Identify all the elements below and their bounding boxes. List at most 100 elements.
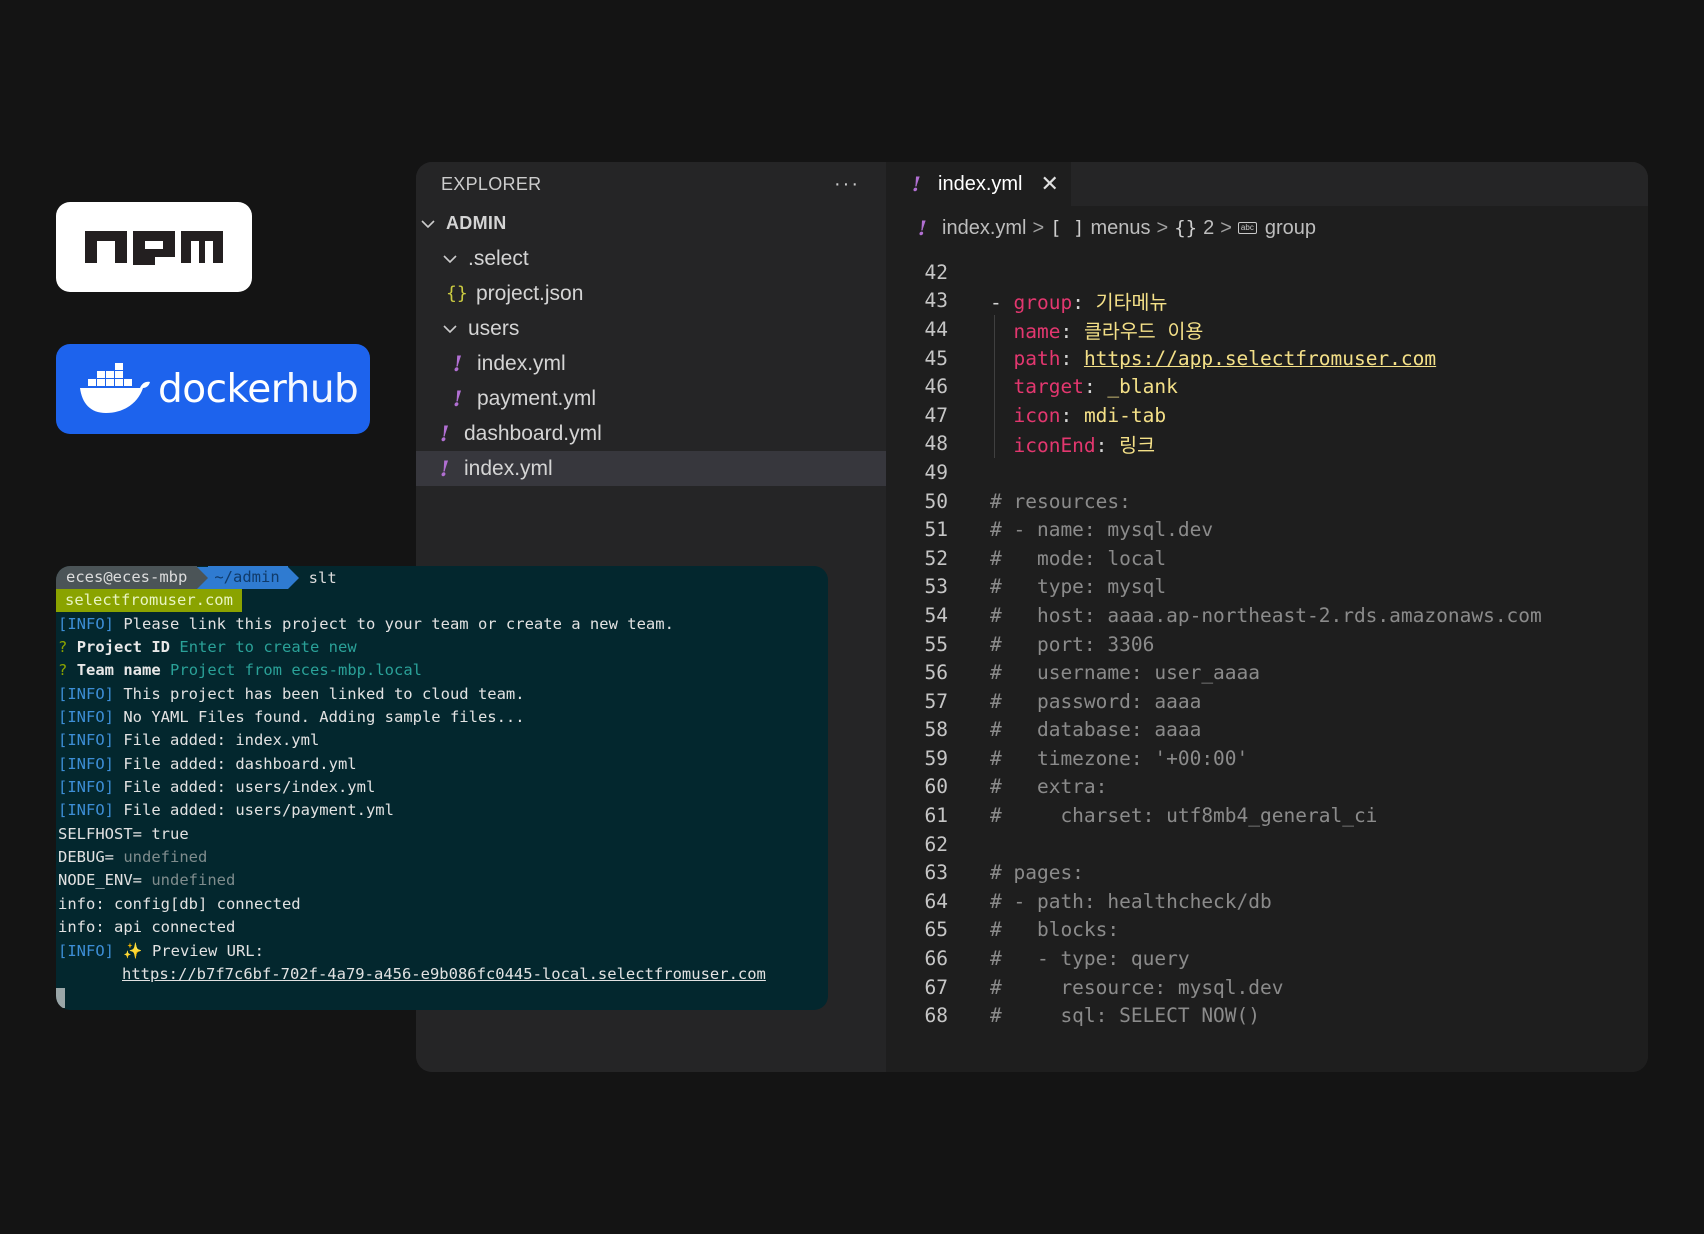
dockerhub-logo: dockerhub	[56, 344, 370, 434]
code-line: 53 # type: mysql	[886, 573, 1648, 602]
code-comment: # - path: healthcheck/db	[990, 889, 1272, 913]
close-icon[interactable]: ✕	[1040, 171, 1058, 197]
line-number: 42	[924, 260, 948, 284]
line-number: 47	[924, 403, 948, 427]
tree-folder-users[interactable]: users	[416, 311, 886, 346]
code-comment: # pages:	[990, 861, 1084, 885]
code-comment: # - name: mysql.dev	[990, 518, 1214, 542]
terminal-line: [INFO] This project has been linked to c…	[58, 684, 525, 703]
code-text: # sql: SELECT NOW()	[990, 1004, 1260, 1027]
line-number: 46	[924, 375, 948, 399]
breadcrumb-file[interactable]: index.yml	[942, 217, 1026, 240]
tree-item-label: index.yml	[464, 456, 553, 480]
line-number: 53	[924, 575, 948, 599]
tree-file-users-index-yml[interactable]: ! index.yml	[416, 346, 886, 381]
line-number: 65	[924, 918, 948, 942]
code-line: 54 # host: aaaa.ap-northeast-2.rds.amazon…	[886, 601, 1648, 630]
code-line: 66 # - type: query	[886, 944, 1648, 973]
breadcrumb-separator: >	[1032, 216, 1045, 239]
yaml-value[interactable]: https://app.selectfromuser.com	[1084, 347, 1436, 370]
line-number: 61	[924, 804, 948, 828]
code-text: # pages:	[990, 861, 1084, 884]
code-text: # - type: query	[990, 947, 1190, 970]
yaml-file-icon: !	[918, 216, 927, 240]
code-line: 64 # - path: healthcheck/db	[886, 887, 1648, 916]
terminal-prompt: eces@eces-mbp ~/admin slt	[56, 566, 828, 590]
terminal-line: SELFHOST= true	[58, 824, 189, 843]
docker-whale-icon	[80, 363, 150, 413]
prompt-command: slt	[308, 568, 337, 587]
tree-file-index-yml[interactable]: ! index.yml	[416, 451, 886, 486]
code-text: # timezone: '+00:00'	[990, 747, 1248, 770]
breadcrumb-group[interactable]: group	[1265, 217, 1316, 240]
code-text: icon: mdi-tab	[1013, 403, 1167, 427]
terminal-line: info: config[db] connected	[58, 894, 301, 913]
line-number: 50	[924, 489, 948, 513]
code-comment: # port: 3306	[990, 632, 1155, 656]
code-text: # password: aaaa	[990, 690, 1201, 713]
line-number: 52	[924, 546, 948, 570]
code-line: 65 # blocks:	[886, 916, 1648, 945]
yaml-file-icon: !	[440, 421, 450, 446]
code-line: 48 iconEnd: 링크	[886, 429, 1648, 459]
code-line: 60 # extra:	[886, 773, 1648, 802]
code-text: # port: 3306	[990, 633, 1154, 656]
yaml-value: mdi-tab	[1083, 403, 1167, 427]
code-comment: # - type: query	[990, 947, 1190, 971]
yaml-key: name	[1013, 319, 1061, 343]
code-text: # host: aaaa.ap-northeast-2.rds.amazonaw…	[990, 604, 1542, 627]
terminal-line: https://b7f7c6bf-702f-4a79-a456-e9b086fc…	[56, 963, 828, 986]
tree-folder-select[interactable]: .select	[416, 241, 886, 276]
code-comment: # extra:	[990, 775, 1108, 799]
tab-bar: ! index.yml ✕	[886, 162, 1648, 206]
tree-file-payment-yml[interactable]: ! payment.yml	[416, 381, 886, 416]
line-number: 63	[924, 861, 948, 885]
tree-file-dashboard-yml[interactable]: ! dashboard.yml	[416, 416, 886, 451]
tree-file-project-json[interactable]: {} project.json	[416, 276, 886, 311]
yaml-file-icon: !	[912, 172, 921, 196]
tab-index-yml[interactable]: ! index.yml ✕	[886, 162, 1071, 206]
yaml-file-icon: !	[453, 386, 463, 411]
preview-url-link[interactable]: https://b7f7c6bf-702f-4a79-a456-e9b086fc…	[122, 965, 766, 983]
json-file-icon: {}	[446, 283, 468, 304]
line-number: 45	[924, 346, 948, 370]
terminal-line: ? Team name Project from eces-mbp.local	[58, 661, 422, 680]
code-text: - group: 기타메뉴	[990, 291, 1168, 315]
line-number: 54	[924, 603, 948, 627]
terminal-line: [INFO] ✨ Preview URL:	[58, 941, 264, 960]
terminal-window[interactable]: eces@eces-mbp ~/admin slt selectfromuser.c…	[56, 566, 828, 1010]
code-line: 56 # username: user_aaaa	[886, 658, 1648, 687]
code-editor[interactable]: 42 43- group: 기타메뉴 44 name: 클라우드 이용 45 path…	[886, 258, 1648, 1030]
code-text: # username: user_aaaa	[990, 661, 1260, 684]
code-line: 49	[886, 458, 1648, 487]
string-icon: abc	[1237, 222, 1257, 234]
terminal-line: [INFO] File added: users/index.yml	[58, 778, 376, 797]
code-text: # charset: utf8mb4_general_ci	[990, 804, 1377, 827]
code-text: # blocks:	[990, 918, 1119, 941]
code-comment: # sql: SELECT NOW()	[990, 1004, 1261, 1028]
code-text: # database: aaaa	[990, 718, 1201, 741]
line-number: 57	[924, 689, 948, 713]
breadcrumb-index[interactable]: 2	[1203, 217, 1214, 240]
tree-item-label: payment.yml	[477, 386, 597, 410]
tree-root-admin[interactable]: ADMIN	[416, 206, 886, 241]
code-comment: # blocks:	[990, 918, 1120, 942]
line-number: 56	[924, 661, 948, 685]
line-number: 44	[924, 317, 948, 341]
code-comment: # type: mysql	[990, 575, 1167, 599]
line-number: 49	[924, 460, 948, 484]
code-line: 58 # database: aaaa	[886, 716, 1648, 745]
yaml-key: iconEnd	[1013, 434, 1096, 458]
terminal-line: [INFO] Please link this project to your …	[58, 614, 674, 633]
more-actions-icon[interactable]: ···	[834, 173, 860, 196]
yaml-key: icon	[1013, 403, 1061, 427]
tree-item-label: .select	[468, 246, 529, 270]
terminal-line: info: api connected	[58, 918, 236, 937]
code-line: 51 # - name: mysql.dev	[886, 515, 1648, 544]
code-text: target: _blank	[1013, 375, 1178, 399]
breadcrumb-menus[interactable]: menus	[1091, 217, 1151, 240]
dockerhub-wordmark: dockerhub	[158, 366, 359, 412]
prompt-dir: ~/admin	[208, 566, 288, 590]
code-text: # type: mysql	[990, 575, 1166, 598]
line-number: 55	[924, 632, 948, 656]
